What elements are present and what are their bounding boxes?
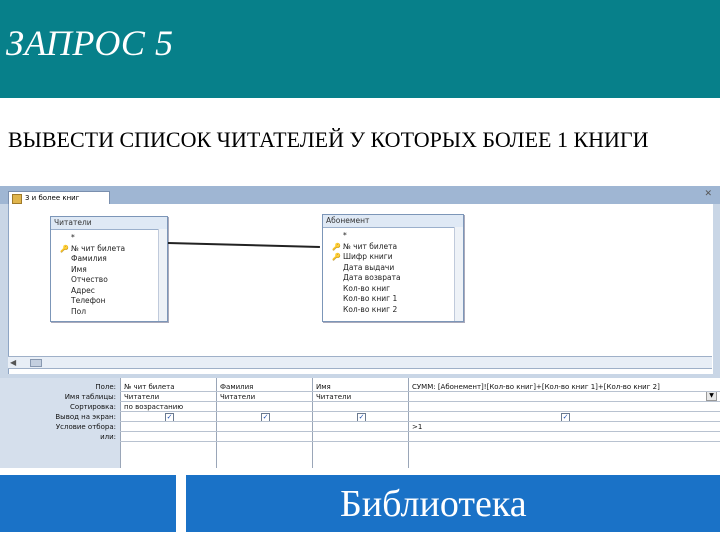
footer-block-left	[0, 475, 176, 532]
field-label: Кол-во книг 1	[343, 294, 398, 303]
table-field[interactable]: Телефон	[51, 296, 167, 307]
table-scrollbar[interactable]	[454, 227, 463, 321]
field-label: Шифр книги	[343, 252, 393, 261]
grid-line	[120, 441, 720, 442]
table-field[interactable]: *	[323, 231, 463, 242]
field-label: *	[71, 233, 75, 242]
slide-title: ЗАПРОС 5	[6, 23, 174, 63]
access-query-designer: 3 и более книг ✕ Читатели * 🔑 № чит билета…	[0, 186, 720, 468]
field-label: № чит билета	[343, 241, 398, 251]
grid-line	[120, 421, 720, 422]
field-label: *	[343, 231, 347, 240]
footer-title: Библиотека	[340, 483, 527, 525]
field-label: Дата выдачи	[343, 262, 395, 272]
primary-key-icon: 🔑	[332, 242, 341, 251]
design-grid: Поле: Имя таблицы: Сортировка: Вывод на экр…	[0, 378, 720, 468]
field-label: № чит билета	[71, 243, 126, 253]
field-label: Фамилия	[71, 254, 107, 263]
table-title[interactable]: Читатели	[51, 217, 167, 230]
grid-line	[120, 391, 720, 392]
field-label: Кол-во книг 2	[343, 304, 398, 314]
field-label: Адрес	[71, 285, 95, 295]
table-field[interactable]: 🔑 № чит билета	[323, 242, 463, 253]
primary-key-icon: 🔑	[60, 244, 69, 253]
field-label: Кол-во книг	[343, 283, 391, 293]
dropdown-arrow-icon[interactable]: ▼	[706, 391, 717, 401]
table-field[interactable]: Отчество	[51, 275, 167, 286]
slide-subtitle: ВЫВЕСТИ СПИСОК ЧИТАТЕЛЕЙ У КОТОРЫХ БОЛЕЕ…	[8, 127, 649, 152]
table-field[interactable]: Дата выдачи	[323, 263, 463, 274]
table-scrollbar[interactable]	[158, 229, 167, 321]
field-label: Имя	[71, 264, 87, 274]
grid-row-header: Сортировка:	[70, 403, 116, 411]
scroll-thumb[interactable]	[30, 359, 42, 367]
grid-line	[120, 401, 720, 402]
grid-row-header: Условие отбора:	[55, 423, 116, 431]
field-label: Отчество	[71, 275, 108, 284]
table-field[interactable]: Кол-во книг 1	[323, 294, 463, 305]
field-list: * 🔑 № чит билета Фамилия Имя Отчество Адрес Тел…	[51, 230, 167, 317]
table-field[interactable]: Адрес	[51, 286, 167, 297]
pane-scrollbar[interactable]: ◀	[8, 356, 712, 369]
table-field[interactable]: Фамилия	[51, 254, 167, 265]
table-field[interactable]: Кол-во книг	[323, 284, 463, 295]
table-field[interactable]: Дата возврата	[323, 273, 463, 284]
scroll-left-icon[interactable]: ◀	[10, 357, 16, 368]
field-label: Пол	[71, 306, 87, 316]
table-field[interactable]: Кол-во книг 2	[323, 305, 463, 316]
grid-row-header: Поле:	[95, 383, 116, 391]
query-tab-label: 3 и более книг	[25, 194, 80, 202]
field-label: Телефон	[71, 296, 106, 305]
query-icon	[12, 194, 22, 204]
document-tab-bar: 3 и более книг ✕	[0, 186, 720, 205]
table-field[interactable]: Пол	[51, 307, 167, 318]
table-field[interactable]: *	[51, 233, 167, 244]
field-label: Дата возврата	[343, 273, 401, 282]
close-icon[interactable]: ✕	[704, 189, 712, 199]
table-title[interactable]: Абонемент	[323, 215, 463, 228]
grid-line	[120, 431, 720, 432]
query-tab[interactable]: 3 и более книг	[8, 191, 110, 205]
table-field[interactable]: Имя	[51, 265, 167, 276]
grid-row-header: Вывод на экран:	[55, 413, 116, 421]
grid-line	[120, 411, 720, 412]
field-list: * 🔑 № чит билета 🔑 Шифр книги Дата выдачи Дата…	[323, 228, 463, 315]
grid-row-header: Имя таблицы:	[64, 393, 116, 401]
primary-key-icon: 🔑	[332, 253, 341, 261]
grid-row-header: или:	[100, 433, 116, 441]
table-field[interactable]: 🔑 № чит билета	[51, 244, 167, 255]
table-box-readers[interactable]: Читатели * 🔑 № чит билета Фамилия Имя Отчеств…	[50, 216, 168, 322]
table-field[interactable]: 🔑 Шифр книги	[323, 252, 463, 263]
table-box-subscription[interactable]: Абонемент * 🔑 № чит билета 🔑 Шифр книги Дата …	[322, 214, 464, 322]
